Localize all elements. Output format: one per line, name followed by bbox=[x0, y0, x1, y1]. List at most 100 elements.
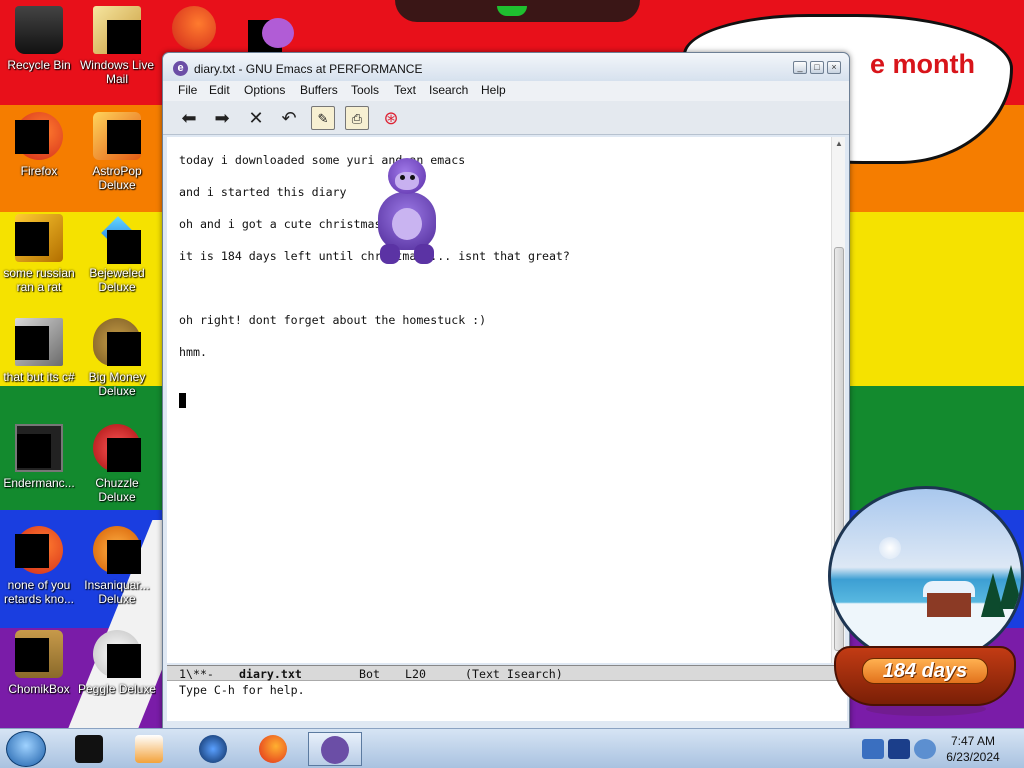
menu-buffers[interactable]: Buffers bbox=[300, 83, 338, 97]
maximize-button[interactable]: □ bbox=[810, 61, 824, 74]
browser-icon bbox=[15, 526, 63, 574]
help-lifebuoy-icon[interactable]: ⊛ bbox=[379, 106, 403, 130]
menu-options[interactable]: Options bbox=[244, 83, 285, 97]
buffer-line: and i started this diary bbox=[179, 185, 347, 199]
snow-globe-glass bbox=[828, 486, 1024, 666]
recycle-bin-icon bbox=[15, 6, 63, 54]
desktop-icon-none-of-you[interactable]: none of you retards kno... bbox=[0, 526, 78, 606]
chomikbox-icon bbox=[15, 630, 63, 678]
menu-bar: File Edit Options Buffers Tools Text Ise… bbox=[163, 81, 849, 101]
modeline-buffer-name: diary.txt bbox=[239, 667, 302, 681]
desktop-icon-recycle-bin[interactable]: Recycle Bin bbox=[0, 6, 78, 72]
taskbar-app-firefox[interactable] bbox=[246, 732, 300, 766]
menu-file[interactable]: File bbox=[178, 83, 197, 97]
days-countdown-label: 184 days bbox=[862, 658, 988, 684]
undo-icon[interactable]: ↶ bbox=[277, 106, 301, 130]
taskbar-app-media[interactable] bbox=[122, 732, 176, 766]
edit-icon[interactable]: ✎ bbox=[311, 106, 335, 130]
sun-glare bbox=[879, 537, 901, 559]
modeline-mode: (Text Isearch) bbox=[465, 667, 563, 681]
desktop-icon-bejeweled[interactable]: Bejeweled Deluxe bbox=[78, 214, 156, 294]
taskbar-app-globe[interactable] bbox=[186, 732, 240, 766]
desktop-icon-insaniquarium[interactable]: Insaniquar... Deluxe bbox=[78, 526, 156, 606]
tray-network-icon[interactable] bbox=[888, 739, 910, 759]
firefox-icon bbox=[259, 735, 287, 763]
desktop-icon-big-money[interactable]: Big Money Deluxe bbox=[78, 318, 156, 398]
desktop-icon-label: Windows Live Mail bbox=[79, 58, 155, 86]
forward-arrow-icon[interactable]: ➡ bbox=[210, 106, 234, 130]
menu-tools[interactable]: Tools bbox=[351, 83, 379, 97]
echo-message: Type C-h for help. bbox=[179, 683, 305, 697]
toolbar: ⬅ ➡ ✕ ↶ ✎ ⎙ ⊛ bbox=[163, 101, 849, 135]
modeline-position: Bot bbox=[359, 667, 380, 681]
modeline-line-number: L20 bbox=[405, 667, 426, 681]
desktop-icon-astropop[interactable]: AstroPop Deluxe bbox=[78, 112, 156, 192]
chuzzle-icon bbox=[93, 424, 141, 472]
speech-bubble-text: e month bbox=[870, 49, 975, 79]
astropop-icon bbox=[93, 112, 141, 160]
system-tray bbox=[846, 731, 936, 767]
clock-date[interactable]: 6/23/2024 bbox=[930, 750, 1016, 764]
folder-icon bbox=[75, 735, 103, 763]
bonzibuddy-character[interactable] bbox=[368, 158, 446, 266]
desktop-icon-label: Peggle Deluxe bbox=[78, 682, 156, 696]
desktop-icon-label: Recycle Bin bbox=[7, 58, 71, 72]
start-button[interactable] bbox=[6, 731, 46, 767]
window-title: diary.txt - GNU Emacs at PERFORMANCE bbox=[194, 62, 423, 76]
desktop-icon-windows-live-mail[interactable]: Windows Live Mail bbox=[78, 6, 156, 86]
modeline-status: 1\**- bbox=[179, 667, 214, 681]
echo-area[interactable]: Type C-h for help. bbox=[167, 681, 847, 721]
cancel-icon[interactable]: ✕ bbox=[244, 106, 268, 130]
mail-icon bbox=[93, 6, 141, 54]
desktop-icon-label: Bejeweled Deluxe bbox=[89, 266, 145, 294]
taskbar-app-folder[interactable] bbox=[62, 732, 116, 766]
gem-icon bbox=[93, 214, 141, 264]
desktop-icon-endermanc[interactable]: Endermanc... bbox=[0, 424, 78, 490]
menu-isearch[interactable]: Isearch bbox=[429, 83, 468, 97]
snow-globe-widget[interactable]: 184 days bbox=[826, 486, 1024, 728]
desktop-icon-chuzzle[interactable]: Chuzzle Deluxe bbox=[78, 424, 156, 504]
buffer-line: oh right! dont forget about the homestuc… bbox=[179, 313, 487, 327]
desktop-icon-label: Firefox bbox=[20, 164, 58, 178]
minimize-button[interactable]: _ bbox=[793, 61, 807, 74]
title-bar[interactable]: e diary.txt - GNU Emacs at PERFORMANCE _… bbox=[163, 53, 849, 81]
menu-edit[interactable]: Edit bbox=[209, 83, 230, 97]
back-arrow-icon[interactable]: ⬅ bbox=[177, 106, 201, 130]
desktop-icon-label: Endermanc... bbox=[3, 476, 75, 490]
menu-text[interactable]: Text bbox=[394, 83, 416, 97]
desktop-icon-label: AstroPop Deluxe bbox=[92, 164, 142, 192]
desktop-icon-russian-rat[interactable]: some russian ran a rat bbox=[0, 214, 78, 294]
scroll-up-icon[interactable]: ▲ bbox=[833, 139, 845, 149]
cabin bbox=[927, 593, 971, 617]
pine-tree bbox=[999, 565, 1021, 609]
editor-buffer[interactable]: today i downloaded some yuri and an emac… bbox=[167, 137, 831, 663]
clock-time[interactable]: 7:47 AM bbox=[930, 734, 1016, 748]
desktop-icon-label: Chuzzle Deluxe bbox=[95, 476, 139, 504]
program-icon bbox=[15, 214, 63, 262]
desktop-icon-label: ChomikBox bbox=[8, 682, 70, 696]
taskbar: 7:47 AM 6/23/2024 bbox=[0, 728, 1024, 768]
emacs-window[interactable]: e diary.txt - GNU Emacs at PERFORMANCE _… bbox=[162, 52, 850, 730]
desktop-icon-label: Big Money Deluxe bbox=[88, 370, 146, 398]
desktop-icon-label: that but its c# bbox=[3, 370, 75, 384]
desktop-icon-label: Insaniquar... Deluxe bbox=[84, 578, 150, 606]
peggle-icon bbox=[93, 630, 141, 678]
desktop-icon-peggle[interactable]: Peggle Deluxe bbox=[78, 630, 156, 696]
close-button[interactable]: × bbox=[827, 61, 841, 74]
globe-icon bbox=[199, 735, 227, 763]
desktop-icon-chomikbox[interactable]: ChomikBox bbox=[0, 630, 78, 696]
desktop-icon-label: none of you retards kno... bbox=[3, 578, 75, 606]
desktop-icon-csharp[interactable]: that but its c# bbox=[0, 318, 78, 384]
taskbar-app-emacs[interactable] bbox=[308, 732, 362, 766]
print-icon[interactable]: ⎙ bbox=[345, 106, 369, 130]
desktop-icon-firefox[interactable]: Firefox bbox=[0, 112, 78, 178]
cloud-app-icon[interactable] bbox=[262, 18, 294, 48]
firefox-icon bbox=[15, 112, 63, 160]
fish-icon bbox=[93, 526, 141, 574]
menu-help[interactable]: Help bbox=[481, 83, 506, 97]
partial-app-icon[interactable] bbox=[172, 6, 216, 50]
tray-app-icon[interactable] bbox=[862, 739, 884, 759]
text-cursor bbox=[179, 393, 186, 408]
mode-line: 1\**- diary.txt Bot L20 (Text Isearch) bbox=[167, 665, 847, 681]
terminal-icon bbox=[15, 424, 63, 472]
